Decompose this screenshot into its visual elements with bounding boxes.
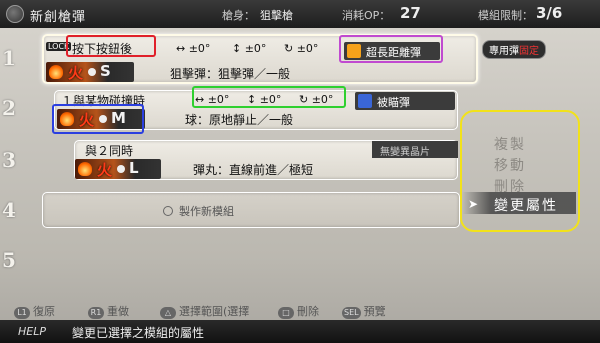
triangle-button-icon: △ (160, 307, 176, 319)
op-cost-label: 消耗OP： (342, 9, 391, 22)
bullet-size: M (111, 109, 126, 127)
hint-delete: □ 刪除 (278, 303, 319, 319)
hint-label: 復原 (33, 305, 55, 318)
module-limit-value: 3/6 (536, 4, 563, 22)
row-number: 1 (2, 46, 16, 70)
bullet-size: L (129, 159, 139, 177)
element-fire: 火 (97, 161, 113, 179)
no-mutation-chip-label: 無變異晶片 (372, 141, 458, 158)
header-bar: 新創槍彈 槍身： 狙擊槍 消耗OP： 27 模組限制： 3/6 (0, 0, 600, 28)
module-trigger: １與某物碰撞時 (61, 94, 146, 108)
row-number: 3 (2, 148, 16, 172)
element-dot-icon (88, 68, 96, 76)
help-label: HELP (18, 325, 46, 338)
hint-label: 刪除 (297, 305, 319, 318)
dedicated-bullet-label: 專用彈 (489, 46, 519, 57)
param-rotation: ↻ ±0° (284, 42, 319, 55)
special-bullet-label: 被瞄彈 (377, 96, 410, 109)
element-dot-icon (117, 165, 125, 173)
param-horizontal: ↔ ±0° (176, 42, 211, 55)
menu-item-change-attribute[interactable]: 變更屬性 (494, 195, 558, 215)
special-bullet-chip[interactable]: 被瞄彈 (355, 92, 455, 110)
special-bullet-chip[interactable]: 超長距離彈 (344, 42, 440, 60)
help-bar: HELP 變更已選擇之模組的屬性 (0, 320, 600, 343)
module-card-2[interactable]: １與某物碰撞時 ↔ ±0° ↕ ±0° ↻ ±0° 火 M 球：原地靜止／一般 … (54, 90, 458, 130)
fire-flame-icon (60, 112, 74, 126)
menu-item-copy[interactable]: 複製 (494, 134, 526, 154)
dedicated-fixed-label: 固定 (519, 46, 539, 57)
create-module-slot[interactable]: 製作新模組 (42, 192, 460, 228)
r1-button-icon: R1 (88, 307, 104, 319)
special-bullet-icon (358, 94, 372, 108)
row-number: 2 (2, 96, 16, 120)
menu-item-move[interactable]: 移動 (494, 155, 526, 175)
hint-label: 重做 (107, 305, 129, 318)
element-fire: 火 (79, 111, 95, 129)
row-number: 4 (2, 198, 16, 222)
square-button-icon: □ (278, 307, 294, 319)
op-cost-value: 27 (400, 4, 421, 22)
fire-flame-icon (78, 162, 92, 176)
create-module-label: 製作新模組 (179, 205, 234, 218)
cursor-pointer-icon: ➤ (468, 197, 479, 211)
special-bullet-label: 超長距離彈 (366, 46, 421, 59)
help-text: 變更已選擇之模組的屬性 (72, 326, 205, 340)
module-limit-label: 模組限制： (478, 9, 533, 22)
bullet-type: 球：原地靜止／一般 (185, 113, 294, 127)
hint-undo: L1 復原 (14, 303, 55, 319)
editor-logo-icon (6, 5, 24, 23)
module-trigger: 與２同時 (85, 144, 134, 158)
bullet-size: S (100, 62, 111, 80)
module-trigger: 按下按鈕後 (72, 42, 133, 56)
row-number: 5 (2, 248, 16, 272)
element-size-block: 火 S (46, 62, 134, 82)
bullet-type: 狙擊彈：狙擊彈／一般 (170, 67, 291, 81)
hint-select-range: △ 選擇範圍(選擇 (160, 303, 249, 319)
fire-flame-icon (49, 65, 63, 79)
dedicated-bullet-badge: 專用彈固定 (482, 40, 546, 59)
circle-button-icon (163, 206, 173, 216)
param-vertical: ↕ ±0° (232, 42, 267, 55)
menu-item-delete[interactable]: 刪除 (494, 176, 526, 196)
param-rotation: ↻ ±0° (299, 93, 334, 106)
special-bullet-icon (347, 44, 361, 58)
gun-type-value: 狙擊槍 (260, 9, 293, 22)
button-hints-bar: L1 復原 R1 重做 △ 選擇範圍(選擇 □ 刪除 SEL 預覽 (0, 300, 600, 320)
param-vertical: ↕ ±0° (247, 93, 282, 106)
gun-type-label: 槍身： (222, 9, 255, 22)
lock-tag: LOCK (46, 42, 72, 51)
l1-button-icon: L1 (14, 307, 30, 319)
module-card-1[interactable]: LOCK 按下按鈕後 ↔ ±0° ↕ ±0° ↻ ±0° 火 S 狙擊彈：狙擊彈… (42, 34, 478, 84)
param-horizontal: ↔ ±0° (195, 93, 230, 106)
element-size-block: 火 M (57, 109, 145, 129)
select-button-icon: SEL (342, 307, 361, 319)
element-fire: 火 (68, 64, 84, 82)
bullet-type: 彈丸：直線前進／極短 (193, 163, 314, 177)
hint-label: 選擇範圍(選擇 (179, 305, 250, 318)
hint-label: 預覽 (363, 305, 386, 318)
context-menu: ➤ 複製 移動 刪除 變更屬性 (462, 118, 580, 226)
element-dot-icon (99, 115, 107, 123)
page-title: 新創槍彈 (30, 10, 87, 25)
bullet-editor-screen: 新創槍彈 槍身： 狙擊槍 消耗OP： 27 模組限制： 3/6 1 2 3 4 … (0, 0, 600, 343)
hint-preview: SEL 預覽 (342, 303, 386, 319)
hint-redo: R1 重做 (88, 303, 129, 319)
element-size-block: 火 L (75, 159, 161, 179)
